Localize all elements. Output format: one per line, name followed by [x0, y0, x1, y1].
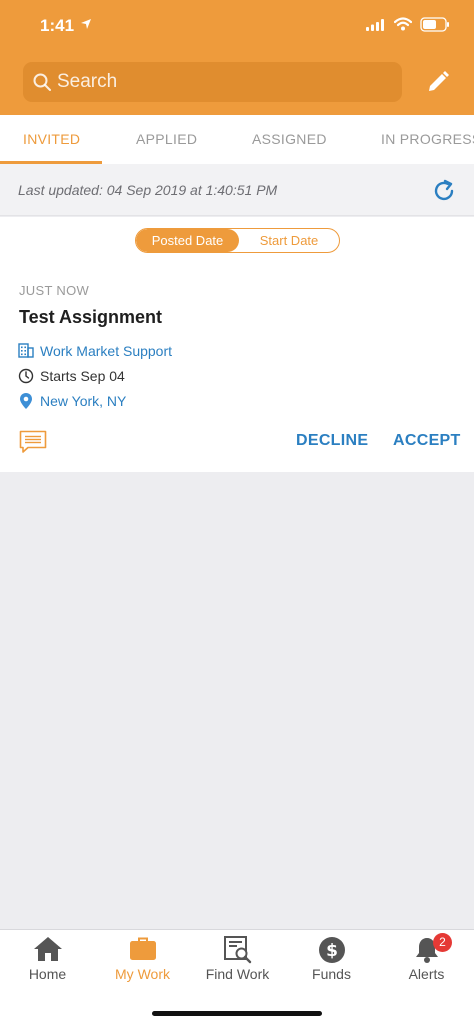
location-link[interactable]: New York, NY: [40, 393, 126, 409]
find-work-icon: [223, 936, 251, 964]
search-input[interactable]: Search: [23, 62, 402, 102]
assignment-timestamp: JUST NOW: [19, 283, 90, 298]
tab-invited[interactable]: INVITED: [23, 115, 80, 164]
location-arrow-icon: [81, 19, 91, 29]
app-header: 1:41 Search: [0, 0, 474, 115]
cellular-signal-icon: [366, 19, 384, 31]
nav-funds[interactable]: $ Funds: [284, 930, 379, 990]
briefcase-icon: [129, 937, 156, 960]
home-indicator[interactable]: [152, 1011, 322, 1016]
start-date: Starts Sep 04: [40, 368, 125, 384]
search-placeholder: Search: [57, 71, 118, 92]
location-pin-icon: [20, 393, 32, 409]
decline-button[interactable]: DECLINE: [296, 432, 368, 450]
tab-assigned[interactable]: ASSIGNED: [252, 115, 327, 164]
sort-start-date[interactable]: Start Date: [239, 229, 339, 252]
nav-alerts[interactable]: Alerts: [379, 930, 474, 990]
edit-pencil-icon[interactable]: [426, 70, 450, 94]
nav-my-work[interactable]: My Work: [95, 930, 190, 990]
wifi-icon: [394, 17, 412, 31]
sort-posted-date[interactable]: Posted Date: [136, 229, 239, 252]
home-icon: [33, 937, 62, 961]
battery-icon: [420, 17, 449, 32]
status-tabs: INVITED APPLIED ASSIGNED IN PROGRESS: [0, 115, 474, 164]
last-updated-bar: Last updated: 04 Sep 2019 at 1:40:51 PM: [0, 164, 474, 216]
accept-button[interactable]: ACCEPT: [393, 432, 461, 450]
tab-in-progress[interactable]: IN PROGRESS: [381, 115, 474, 164]
nav-find-work[interactable]: Find Work: [190, 930, 285, 990]
search-icon: [33, 73, 51, 91]
status-time: 1:41: [40, 16, 75, 35]
last-updated-text: Last updated: 04 Sep 2019 at 1:40:51 PM: [18, 182, 278, 198]
svg-text:$: $: [326, 941, 338, 961]
nav-alerts-label: Alerts: [408, 966, 445, 982]
alerts-badge: 2: [433, 933, 452, 952]
building-icon: [18, 343, 34, 358]
nav-find-work-label: Find Work: [205, 966, 270, 982]
refresh-icon[interactable]: [432, 179, 456, 203]
sort-toggle: Posted Date Start Date: [135, 228, 340, 253]
company-link[interactable]: Work Market Support: [40, 343, 172, 359]
nav-home-label: Home: [28, 966, 67, 982]
nav-funds-label: Funds: [312, 966, 351, 982]
nav-my-work-label: My Work: [115, 966, 170, 982]
nav-home[interactable]: Home: [0, 930, 95, 990]
assignment-title[interactable]: Test Assignment: [19, 307, 162, 328]
dollar-icon: $: [318, 937, 345, 963]
tab-applied[interactable]: APPLIED: [136, 115, 197, 164]
message-icon[interactable]: [19, 430, 47, 454]
clock-icon: [18, 368, 34, 384]
